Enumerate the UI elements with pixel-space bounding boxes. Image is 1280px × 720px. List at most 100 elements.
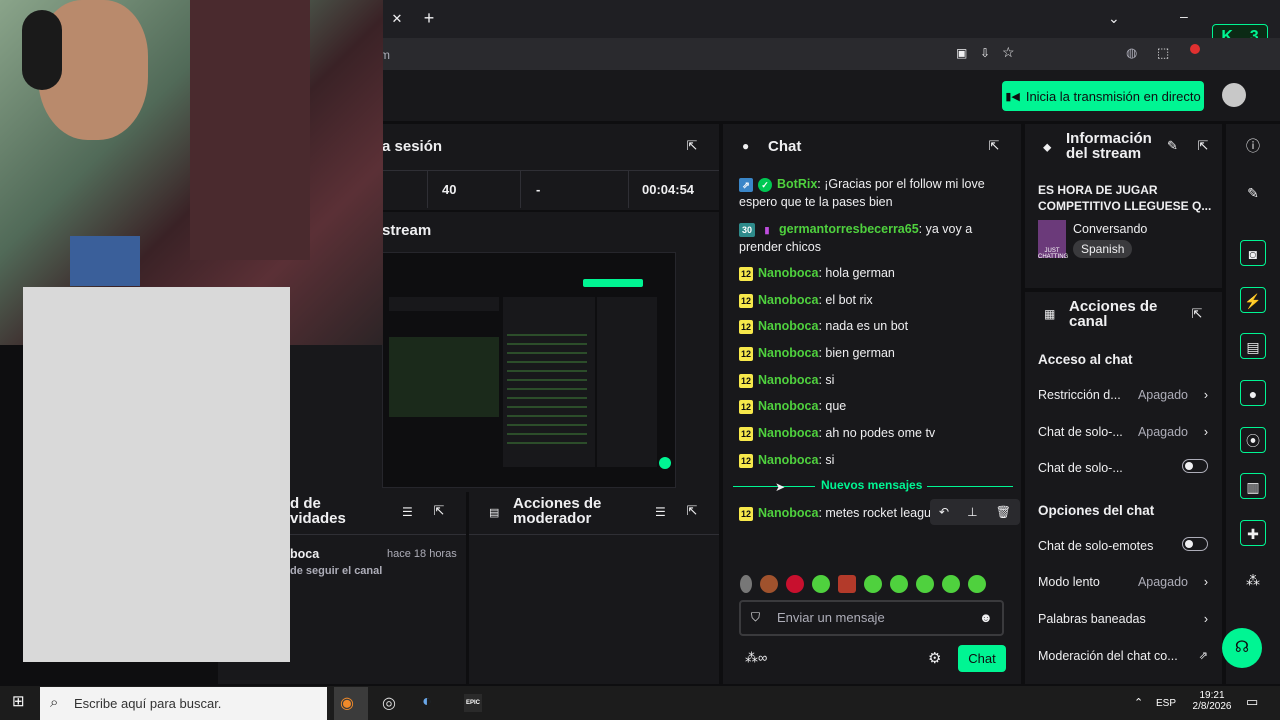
chat-username[interactable]: Nanoboca (758, 399, 818, 413)
notification-icon[interactable] (1190, 44, 1200, 54)
obs-app-icon[interactable]: ◎ (382, 693, 396, 713)
chat-message[interactable]: 12 Nanoboca: que (739, 397, 1011, 415)
category-name[interactable]: Conversando (1073, 222, 1147, 236)
popout-icon[interactable]: ⇱ (1189, 306, 1205, 322)
emote-icon[interactable] (916, 575, 934, 593)
mic-badge-icon: ▮ (764, 224, 770, 235)
emote-icon[interactable] (812, 575, 830, 593)
emote-icon[interactable] (760, 575, 778, 593)
chat-text: si (825, 453, 835, 467)
language-indicator[interactable]: ESP (1156, 698, 1176, 709)
clock[interactable]: 19:21 2/8/2026 (1190, 690, 1234, 712)
emote-icon[interactable] (864, 575, 882, 593)
chat-message[interactable]: 12 Nanoboca: metes rocket league (739, 504, 931, 522)
capture-icon[interactable]: ◙ (1240, 240, 1266, 266)
notifications-icon[interactable]: ▭ (1246, 694, 1258, 710)
screen-icon[interactable]: ▣ (956, 46, 967, 60)
chat-username[interactable]: Nanoboca (758, 506, 818, 520)
popout-icon[interactable]: ⇱ (684, 503, 700, 519)
reply-icon[interactable]: ↶ (939, 505, 949, 519)
support-icon[interactable]: ☊ (1222, 628, 1262, 668)
pencil-icon[interactable]: ✎ (1240, 180, 1266, 206)
minimize-icon[interactable]: – (1180, 8, 1188, 24)
taskbar-search[interactable]: Escribe aquí para buscar. (40, 687, 327, 720)
divider (469, 534, 719, 535)
close-tab-icon[interactable]: ✕ (388, 10, 406, 28)
row-label: Chat de solo-... (1038, 461, 1123, 475)
chat-icon[interactable]: ● (1240, 380, 1266, 406)
chat-message[interactable]: 12 Nanoboca: bien german (739, 344, 1011, 362)
wrench-icon[interactable]: ✚ (1240, 520, 1266, 546)
chat-username[interactable]: Nanoboca (758, 373, 818, 387)
chevron-up-icon[interactable]: ⌃ (1134, 696, 1143, 709)
send-chat-button[interactable]: Chat (958, 645, 1006, 672)
emote-icon[interactable] (942, 575, 960, 593)
steam-app-icon[interactable]: ◐ (422, 693, 432, 711)
emote-icon[interactable] (890, 575, 908, 593)
chat-username[interactable]: Nanoboca (758, 453, 818, 467)
document-icon[interactable]: ▤ (1240, 333, 1266, 359)
followers-only-row[interactable]: Chat de solo-... Apagado › (1038, 425, 1210, 439)
chat-message[interactable]: 12 Nanoboca: nada es un bot (739, 317, 1011, 335)
emoji-icon[interactable]: ☻ (979, 610, 993, 625)
new-tab-icon[interactable]: + (420, 9, 438, 27)
emote-icon[interactable] (968, 575, 986, 593)
popout-icon[interactable]: ⇱ (1195, 138, 1211, 154)
chat-message[interactable]: 12 Nanoboca: si (739, 451, 1011, 469)
shield-icon[interactable]: ⛉ (751, 610, 760, 625)
banned-words-row[interactable]: Palabras baneadas › (1038, 612, 1210, 626)
popout-icon[interactable]: ⇱ (431, 503, 447, 519)
toggle-switch[interactable] (1182, 537, 1208, 551)
chat-input[interactable]: Enviar un mensaje (739, 600, 1004, 636)
star-icon[interactable]: ☆ (1002, 44, 1015, 61)
popout-icon[interactable]: ⇱ (986, 138, 1002, 154)
chat-message[interactable]: ⇗ ✓ BotRix: ¡Gracias por el follow mi love… (739, 175, 1011, 211)
chat-message[interactable]: 12 Nanoboca: hola german (739, 264, 1011, 282)
points-icon[interactable]: ⁂ (1240, 567, 1266, 593)
toggle-switch[interactable] (1182, 459, 1208, 473)
address-field[interactable]: m (380, 43, 940, 67)
layout-icon[interactable]: ▥ (1240, 473, 1266, 499)
epic-app-icon[interactable]: EPIC (464, 694, 482, 712)
stream-preview-video[interactable] (382, 252, 676, 488)
delete-icon[interactable]: 🗑 (996, 505, 1011, 519)
message-actions: ↶ ⊥ 🗑 (930, 499, 1020, 525)
language-tag: Spanish (1073, 240, 1133, 258)
filter-icon[interactable]: ☰ (655, 505, 666, 519)
info-icon[interactable]: ⓘ (1240, 133, 1266, 159)
extension-icon[interactable]: ◍ (1126, 45, 1137, 61)
broadcast-icon[interactable]: ⦿ (1240, 427, 1266, 453)
emote-icon[interactable] (786, 575, 804, 593)
emote-icon[interactable] (838, 575, 856, 593)
chat-username[interactable]: Nanoboca (758, 319, 818, 333)
points-icon[interactable]: ⁂∞ (745, 650, 767, 666)
settings-icon[interactable]: ⚙ (928, 649, 941, 667)
chat-username[interactable]: Nanoboca (758, 426, 818, 440)
chat-username[interactable]: BotRix (777, 177, 817, 191)
chat-message[interactable]: 30 ▮ germantorresbecerra65: ya voy a prend… (739, 220, 1011, 256)
slow-mode-row[interactable]: Modo lento Apagado › (1038, 575, 1210, 589)
go-live-button[interactable]: ▮◀ Inicia la transmisión en directo (1002, 81, 1204, 111)
chat-message[interactable]: 12 Nanoboca: si (739, 371, 1011, 389)
automod-row[interactable]: Moderación del chat co... ⇗ (1038, 649, 1210, 663)
windows-start-icon[interactable]: ⊞ (12, 694, 28, 710)
chat-message[interactable]: 12 Nanoboca: ah no podes ome tv (739, 424, 1011, 442)
popout-icon[interactable]: ⇱ (684, 138, 700, 154)
bolt-icon[interactable]: ⚡ (1240, 287, 1266, 313)
chat-username[interactable]: germantorresbecerra65 (779, 222, 919, 236)
install-icon[interactable]: ⇩ (980, 46, 990, 60)
chat-username[interactable]: Nanoboca (758, 346, 818, 360)
pin-icon[interactable]: ⊥ (967, 505, 977, 519)
chat-restriction-row[interactable]: Restricción d... Apagado › (1038, 388, 1210, 402)
avatar[interactable] (1222, 83, 1246, 107)
filter-icon[interactable]: ☰ (402, 505, 413, 519)
external-link-icon: ⇗ (1198, 650, 1208, 662)
edit-icon[interactable]: ✎ (1167, 138, 1178, 154)
chat-message[interactable]: 12 Nanoboca: el bot rix (739, 291, 1011, 309)
chat-username[interactable]: Nanoboca (758, 266, 818, 280)
tab-list-icon[interactable]: ⌄ (1108, 10, 1120, 27)
emote-icon[interactable] (740, 575, 752, 593)
session-time: 00:04:54 (642, 182, 695, 197)
chat-username[interactable]: Nanoboca (758, 293, 818, 307)
puzzle-icon[interactable]: ⬚ (1157, 45, 1169, 61)
